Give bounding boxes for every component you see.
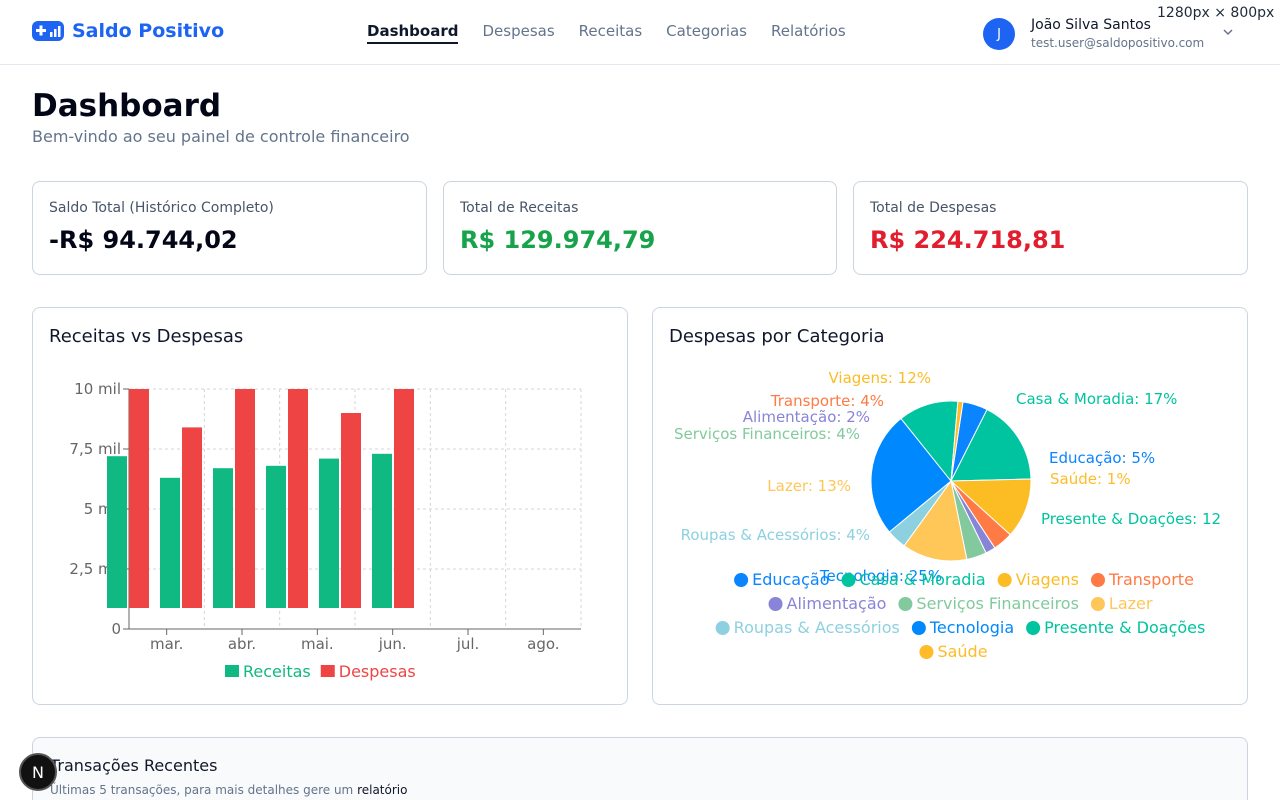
slice-label: Alimentação: 2% bbox=[743, 408, 870, 426]
bar-despesas[interactable] bbox=[235, 389, 255, 608]
legend-dot bbox=[768, 597, 783, 611]
nav-categorias[interactable]: Categorias bbox=[666, 22, 747, 44]
pie-chart-card: Despesas por Categoria Educação: 5% Casa … bbox=[652, 307, 1248, 705]
stat-card-saldo: Saldo Total (Histórico Completo) -R$ 94.… bbox=[32, 181, 427, 275]
bar-receitas[interactable] bbox=[266, 465, 286, 608]
bar-receitas[interactable] bbox=[213, 468, 233, 608]
legend-label[interactable]: Tecnologia bbox=[929, 618, 1014, 637]
y-tick-label: 10 mil bbox=[74, 380, 121, 398]
user-menu[interactable]: J João Silva Santos test.user@saldoposit… bbox=[983, 16, 1204, 52]
avatar[interactable]: J bbox=[983, 18, 1015, 50]
stat-label: Saldo Total (Histórico Completo) bbox=[49, 200, 274, 216]
y-tick-label: 7,5 mil bbox=[69, 440, 121, 458]
stat-label: Total de Despesas bbox=[870, 200, 997, 216]
x-tick-label: mai. bbox=[301, 635, 334, 653]
legend-label[interactable]: Alimentação bbox=[787, 594, 887, 613]
slice-label: Saúde: 1% bbox=[1050, 470, 1131, 488]
legend-row: Saúde bbox=[919, 642, 988, 661]
legend-dot bbox=[997, 573, 1012, 587]
slice-label: Lazer: 13% bbox=[767, 477, 851, 495]
x-tick-label: mar. bbox=[150, 635, 183, 653]
legend-label[interactable]: Roupas & Acessórios bbox=[734, 618, 900, 637]
legend-row: Alimentação Serviços Financeiros Lazer bbox=[768, 594, 1153, 613]
x-tick-label: jun. bbox=[378, 635, 407, 653]
legend-label[interactable]: Casa & Moradia bbox=[860, 570, 986, 589]
chevron-down-icon[interactable] bbox=[1222, 26, 1234, 38]
stat-value: R$ 224.718,81 bbox=[870, 226, 1066, 254]
bar-despesas[interactable] bbox=[341, 413, 361, 608]
legend-label[interactable]: Receitas bbox=[243, 662, 311, 681]
slice-label: Serviços Financeiros: 4% bbox=[674, 425, 860, 443]
subtitle-text: Últimas 5 transações, para mais detalhes… bbox=[50, 783, 358, 797]
legend-swatch bbox=[320, 665, 335, 677]
bar-receitas[interactable] bbox=[160, 477, 180, 608]
bar-despesas[interactable] bbox=[129, 389, 149, 608]
legend-label[interactable]: Presente & Doações bbox=[1044, 618, 1205, 637]
legend-row: Educação Casa & Moradia Viagens Transporte bbox=[734, 570, 1194, 589]
bar-despesas[interactable] bbox=[182, 427, 202, 608]
section-title: Transações Recentes bbox=[50, 756, 218, 775]
slice-label: Casa & Moradia: 17% bbox=[1016, 390, 1177, 408]
x-tick-label: abr. bbox=[228, 635, 256, 653]
legend-dot bbox=[911, 621, 926, 635]
legend-dot bbox=[715, 621, 730, 635]
user-info: João Silva Santos test.user@saldopositiv… bbox=[1031, 16, 1204, 52]
x-tick-label: jul. bbox=[456, 635, 480, 653]
nav-receitas[interactable]: Receitas bbox=[579, 22, 643, 44]
stat-value: -R$ 94.744,02 bbox=[49, 226, 238, 254]
recent-transactions-card: Transações Recentes Últimas 5 transações… bbox=[32, 737, 1248, 800]
app-name: Saldo Positivo bbox=[72, 20, 225, 42]
bar-chart: 02,5 mil5 mil7,5 mil10 milmar. abr. mai. ju… bbox=[69, 380, 582, 681]
app-logo[interactable]: Saldo Positivo bbox=[32, 20, 224, 42]
user-email: test.user@saldopositivo.com bbox=[1031, 36, 1205, 50]
nav-relatorios[interactable]: Relatórios bbox=[771, 22, 846, 44]
legend-label[interactable]: Viagens bbox=[1016, 570, 1079, 589]
legend-dot bbox=[1026, 621, 1041, 635]
stat-card-despesas: Total de Despesas R$ 224.718,81 bbox=[853, 181, 1248, 275]
bar-despesas[interactable] bbox=[288, 389, 308, 608]
chart-legend: Receitas Despesas bbox=[225, 662, 416, 681]
legend-label[interactable]: Transporte bbox=[1108, 570, 1194, 589]
slice-label: Roupas & Acessórios: 4% bbox=[681, 526, 870, 544]
screen-size-label: 1280px × 800px bbox=[1157, 5, 1275, 21]
page-title: Dashboard bbox=[32, 88, 222, 124]
slice-label: Presente & Doações: 12 bbox=[1041, 510, 1221, 528]
legend-label[interactable]: Lazer bbox=[1109, 594, 1153, 613]
bar-receitas[interactable] bbox=[107, 456, 127, 608]
legend-label[interactable]: Educação bbox=[752, 570, 829, 589]
legend-dot bbox=[919, 645, 934, 659]
legend-swatch bbox=[225, 665, 239, 677]
x-tick-label: ago. bbox=[527, 635, 559, 653]
stat-label: Total de Receitas bbox=[460, 200, 579, 216]
y-tick-label: 0 bbox=[111, 620, 121, 638]
legend-dot bbox=[1090, 573, 1105, 587]
section-subtitle: Últimas 5 transações, para mais detalhes… bbox=[50, 783, 407, 797]
bar-chart-card: Receitas vs Despesas 0 2,5 mil 5 mil 7,5 mi… bbox=[32, 307, 628, 705]
pie-chart: Educação: 5% Casa & Moradia: 17% Viagens: … bbox=[674, 369, 1221, 661]
legend-label[interactable]: Despesas bbox=[339, 662, 416, 681]
bar-receitas[interactable] bbox=[372, 453, 392, 608]
legend-row: Roupas & Acessórios Tecnologia Presente & … bbox=[715, 618, 1205, 637]
nav-dashboard[interactable]: Dashboard bbox=[367, 22, 459, 44]
legend-dot bbox=[734, 573, 749, 587]
report-link[interactable]: relatório bbox=[357, 783, 407, 797]
wallet-chart-icon bbox=[32, 21, 64, 41]
legend-label[interactable]: Saúde bbox=[937, 642, 987, 661]
nav-despesas[interactable]: Despesas bbox=[482, 22, 554, 44]
legend-dot bbox=[898, 597, 913, 611]
legend-label[interactable]: Serviços Financeiros bbox=[916, 594, 1079, 613]
bar-receitas[interactable] bbox=[319, 458, 339, 608]
stat-card-receitas: Total de Receitas R$ 129.974,79 bbox=[443, 181, 837, 275]
legend-dot bbox=[1090, 597, 1105, 611]
main-nav: Dashboard Despesas Receitas Categorias R… bbox=[367, 22, 846, 44]
slice-label: Educação: 5% bbox=[1049, 449, 1155, 467]
chart-legend: Educação Casa & Moradia Viagens Transporte A… bbox=[715, 570, 1205, 661]
page-subtitle: Bem-vindo ao seu painel de controle fina… bbox=[32, 127, 410, 146]
bar-despesas[interactable] bbox=[394, 389, 414, 608]
legend-dot bbox=[841, 573, 856, 587]
app-header: Saldo Positivo Dashboard Despesas Receit… bbox=[0, 0, 1280, 65]
stat-value: R$ 129.974,79 bbox=[460, 226, 656, 254]
framework-dev-badge[interactable]: N bbox=[19, 753, 57, 791]
slice-label: Viagens: 12% bbox=[828, 369, 931, 387]
